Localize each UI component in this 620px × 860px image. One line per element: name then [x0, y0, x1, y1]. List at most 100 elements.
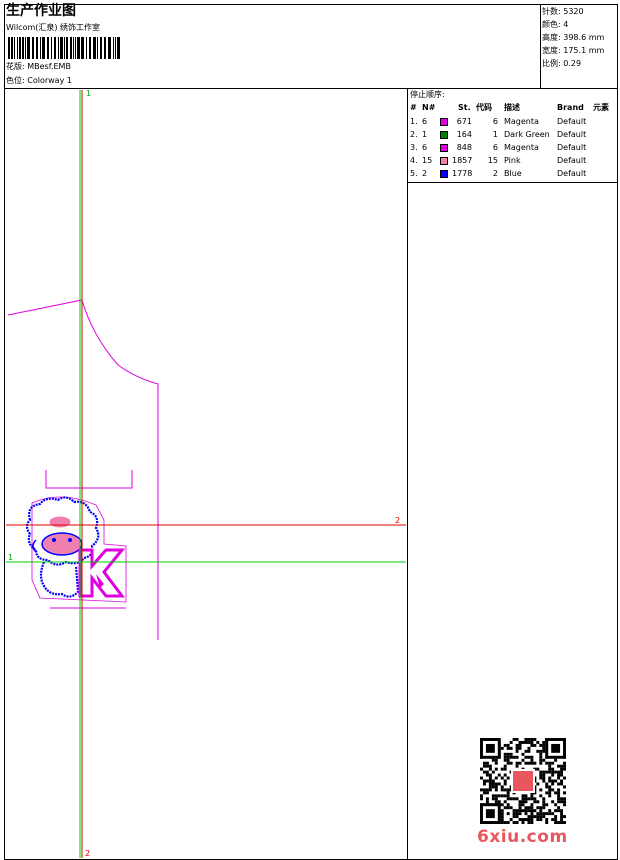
qr-module [542, 749, 546, 753]
qr-module [482, 779, 486, 783]
qr-module [557, 770, 561, 774]
qr-module [488, 773, 492, 777]
qr-module [515, 764, 519, 768]
qr-module [509, 806, 513, 810]
qr-module [524, 761, 528, 765]
qr-module [551, 761, 555, 765]
qr-module [560, 773, 564, 777]
qr-module [524, 809, 528, 813]
guide-label-h-green: 1 [8, 553, 13, 562]
qr-module [521, 809, 525, 813]
qr-module [536, 815, 540, 819]
qr-module [497, 782, 501, 786]
qr-module [503, 779, 507, 783]
qr-module [554, 758, 558, 762]
qr-module [515, 749, 519, 753]
qr-module [548, 788, 552, 792]
qr-module [500, 818, 504, 822]
qr-module [521, 797, 525, 801]
qr-module [521, 740, 525, 744]
qr-module [509, 746, 513, 750]
qr-module [491, 782, 495, 786]
qr-module [554, 770, 558, 774]
qr-module [485, 791, 489, 795]
qr-module [530, 803, 534, 807]
qr-module [494, 776, 498, 780]
qr-module [557, 809, 561, 813]
qr-module [494, 800, 498, 804]
qr-module [551, 767, 555, 771]
qr-module [560, 815, 564, 819]
qr-module [545, 821, 549, 824]
qr-module [560, 809, 564, 813]
qr-module [560, 812, 564, 816]
qr-module [506, 791, 510, 795]
qr-code [480, 738, 566, 824]
qr-module [563, 761, 566, 765]
design-canvas: 1 2 2 1 [6, 89, 406, 858]
qr-module [491, 758, 495, 762]
qr-module [560, 818, 564, 822]
qr-module [512, 821, 516, 824]
qr-module [533, 738, 537, 741]
qr-module [530, 815, 534, 819]
qr-module [542, 758, 546, 762]
qr-module [506, 752, 510, 756]
qr-module [563, 821, 566, 824]
qr-module [530, 738, 534, 741]
qr-module [554, 803, 558, 807]
qr-module [488, 767, 492, 771]
qr-module [542, 773, 546, 777]
qr-module [485, 797, 489, 801]
qr-finder [485, 743, 495, 753]
qr-module [512, 815, 516, 819]
qr-module [527, 746, 531, 750]
garment-outline [7, 299, 159, 640]
qr-module [557, 821, 561, 824]
qr-module [560, 797, 564, 801]
qr-module [542, 776, 546, 780]
qr-module [506, 794, 510, 798]
qr-module [548, 794, 552, 798]
qr-finder [551, 743, 561, 753]
qr-module [557, 806, 561, 810]
qr-module [518, 818, 522, 822]
qr-module [506, 758, 510, 762]
qr-module [497, 794, 501, 798]
qr-module [563, 803, 566, 807]
qr-module [524, 749, 528, 753]
qr-module [521, 800, 525, 804]
qr-module [494, 794, 498, 798]
qr-module [503, 806, 507, 810]
qr-module [494, 782, 498, 786]
watermark-logo: 6xiu.com [477, 827, 568, 847]
qr-module [521, 758, 525, 762]
qr-module [500, 767, 504, 771]
qr-module [560, 800, 564, 804]
qr-module [509, 752, 513, 756]
qr-module [551, 779, 555, 783]
qr-module [521, 818, 525, 822]
qr-module [494, 767, 498, 771]
qr-module [506, 755, 510, 759]
qr-module [554, 779, 558, 783]
qr-module [548, 809, 552, 813]
qr-module [509, 740, 513, 744]
qr-module [506, 812, 510, 816]
qr-module [509, 818, 513, 822]
qr-module [527, 809, 531, 813]
qr-module [542, 779, 546, 783]
qr-module [539, 788, 543, 792]
qr-module [533, 815, 537, 819]
qr-module [503, 794, 507, 798]
qr-module [551, 800, 555, 804]
qr-module [494, 761, 498, 765]
qr-module [545, 770, 549, 774]
qr-module [530, 797, 534, 801]
qr-module [518, 800, 522, 804]
qr-module [527, 740, 531, 744]
qr-module [536, 782, 540, 786]
qr-module [539, 749, 543, 753]
qr-module [554, 821, 558, 824]
qr-module [545, 761, 549, 765]
